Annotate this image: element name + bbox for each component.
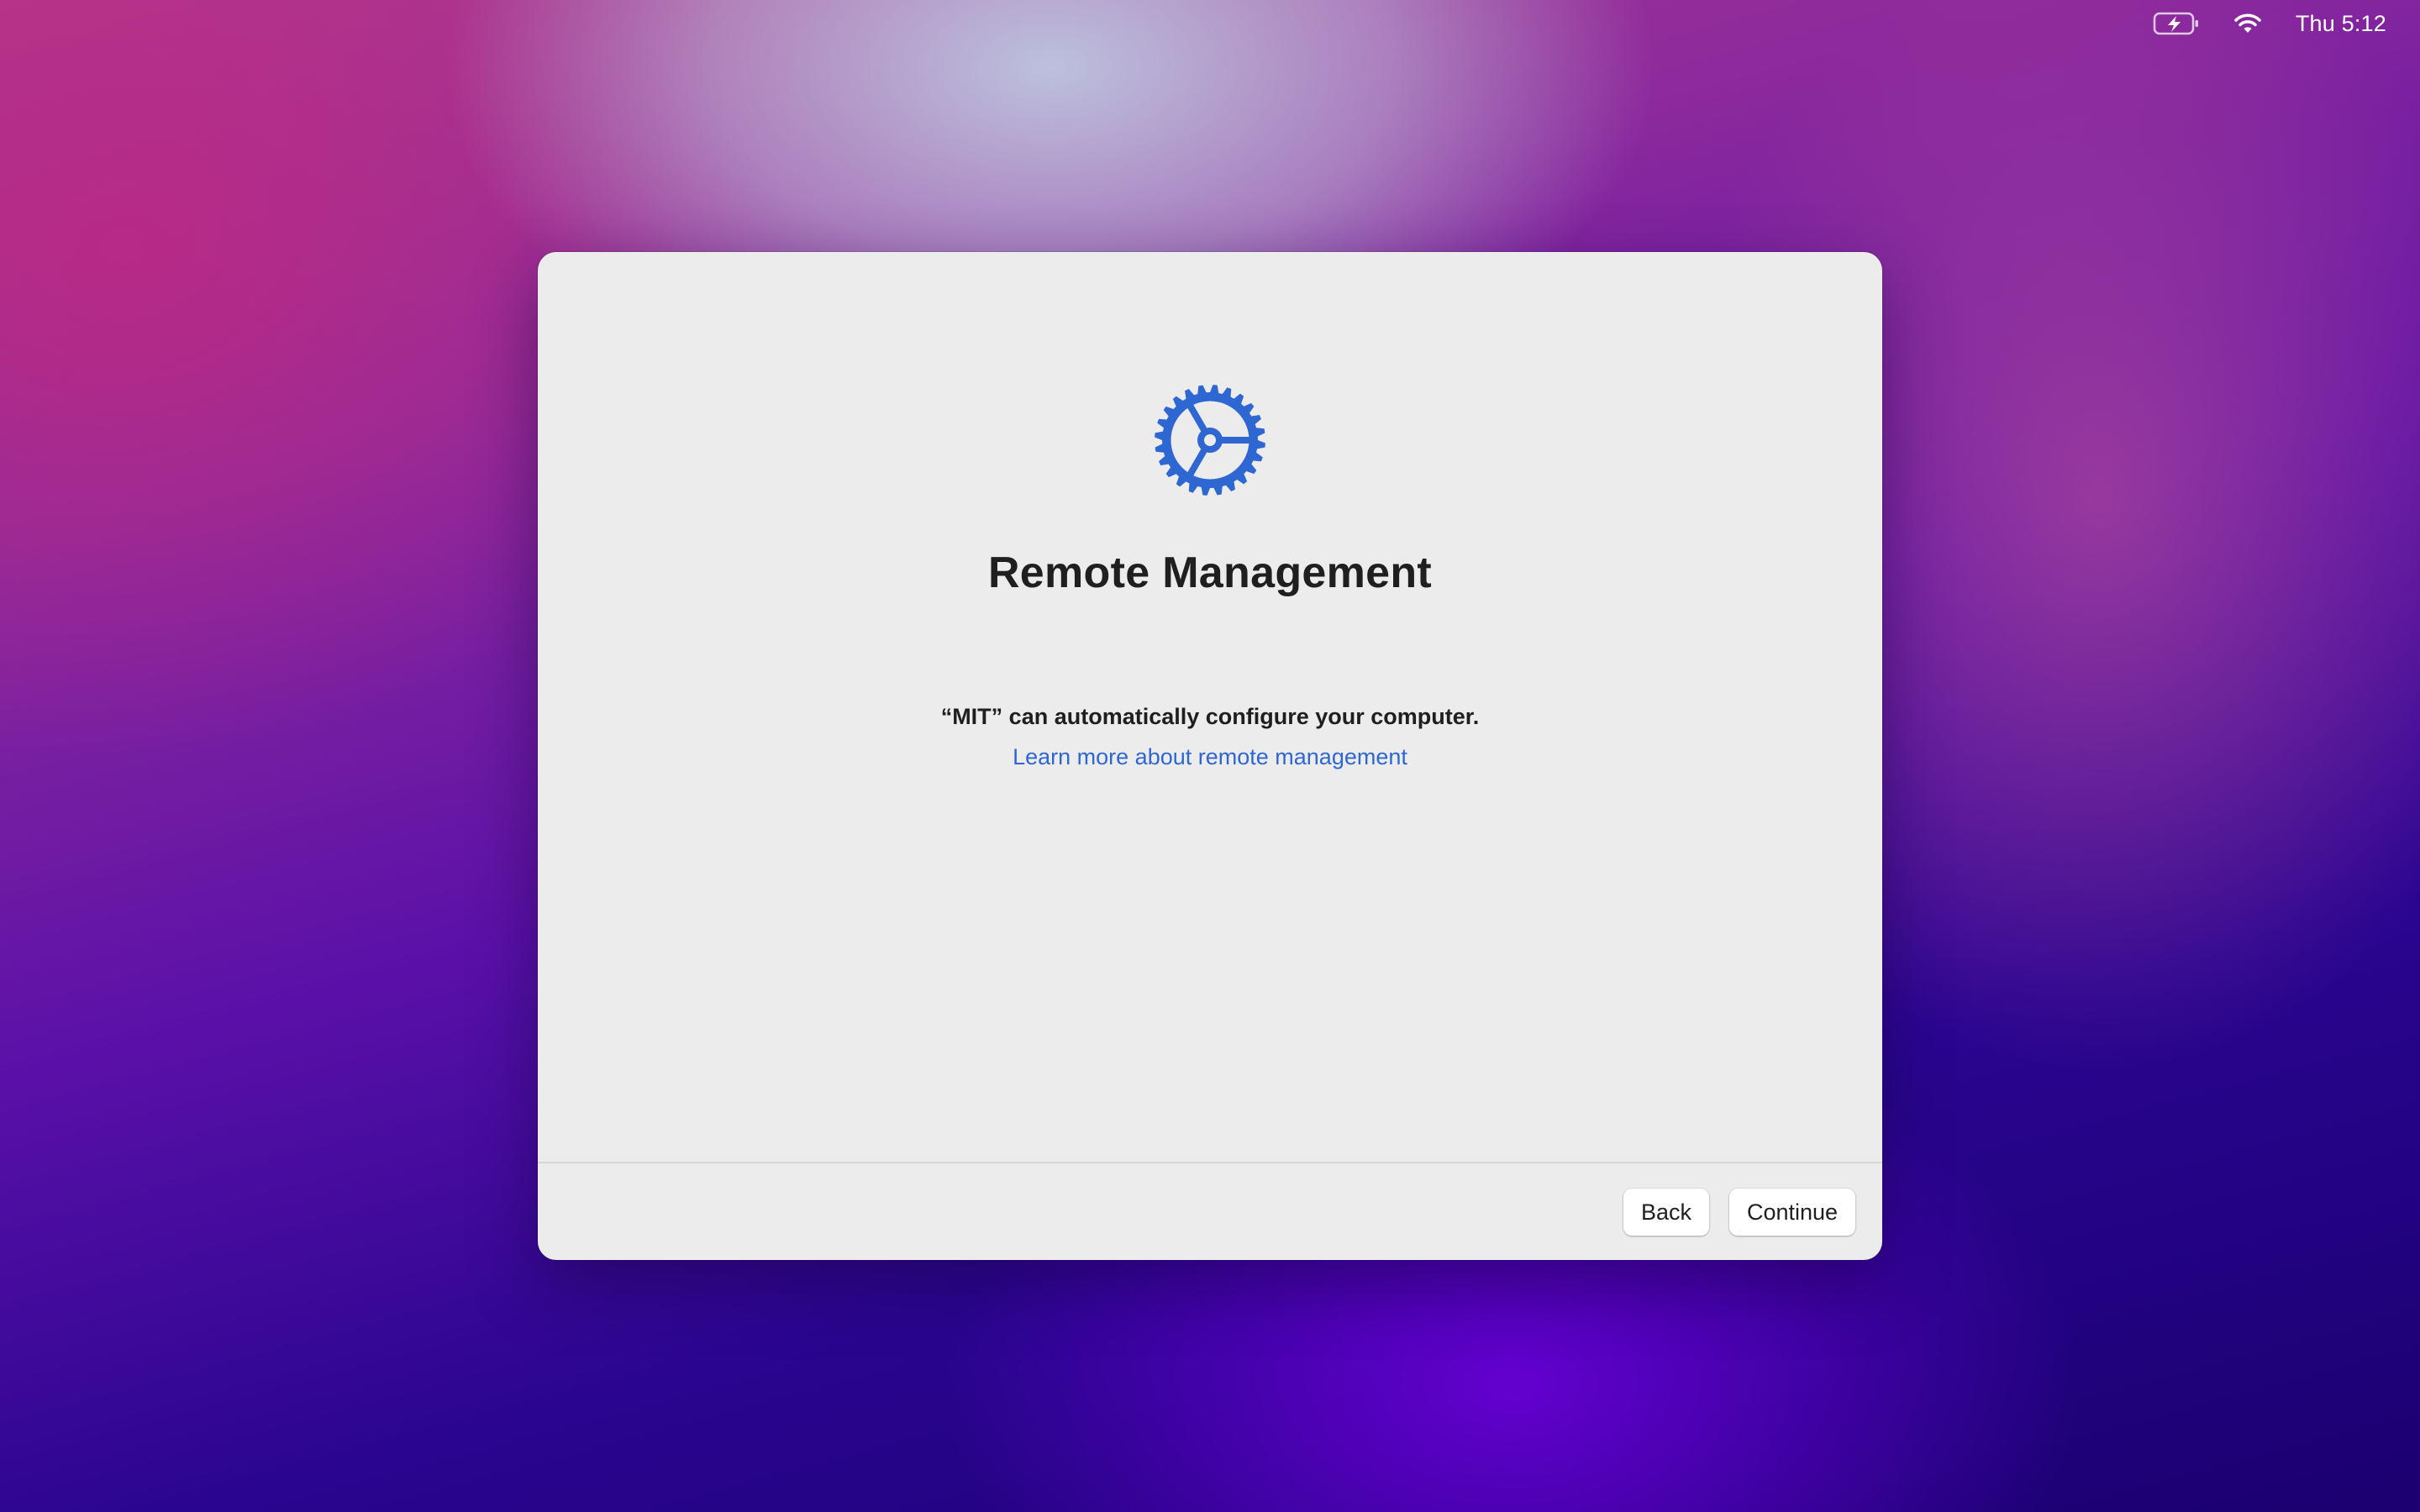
back-button[interactable]: Back	[1623, 1189, 1709, 1236]
wifi-icon[interactable]	[2233, 12, 2262, 35]
learn-more-link[interactable]: Learn more about remote management	[538, 744, 1882, 770]
gear-icon	[1143, 373, 1277, 507]
continue-button[interactable]: Continue	[1729, 1189, 1855, 1236]
dialog-description: “MIT” can automatically configure your c…	[940, 704, 1480, 729]
menubar-clock[interactable]: Thu 5:12	[2296, 11, 2386, 37]
menu-bar: Thu 5:12	[2153, 0, 2420, 47]
battery-charging-icon[interactable]	[2153, 11, 2200, 36]
remote-management-dialog: Remote Management “MIT” can automaticall…	[538, 252, 1882, 1260]
dialog-title: Remote Management	[987, 549, 1433, 597]
dialog-footer: Back Continue	[538, 1162, 1882, 1260]
